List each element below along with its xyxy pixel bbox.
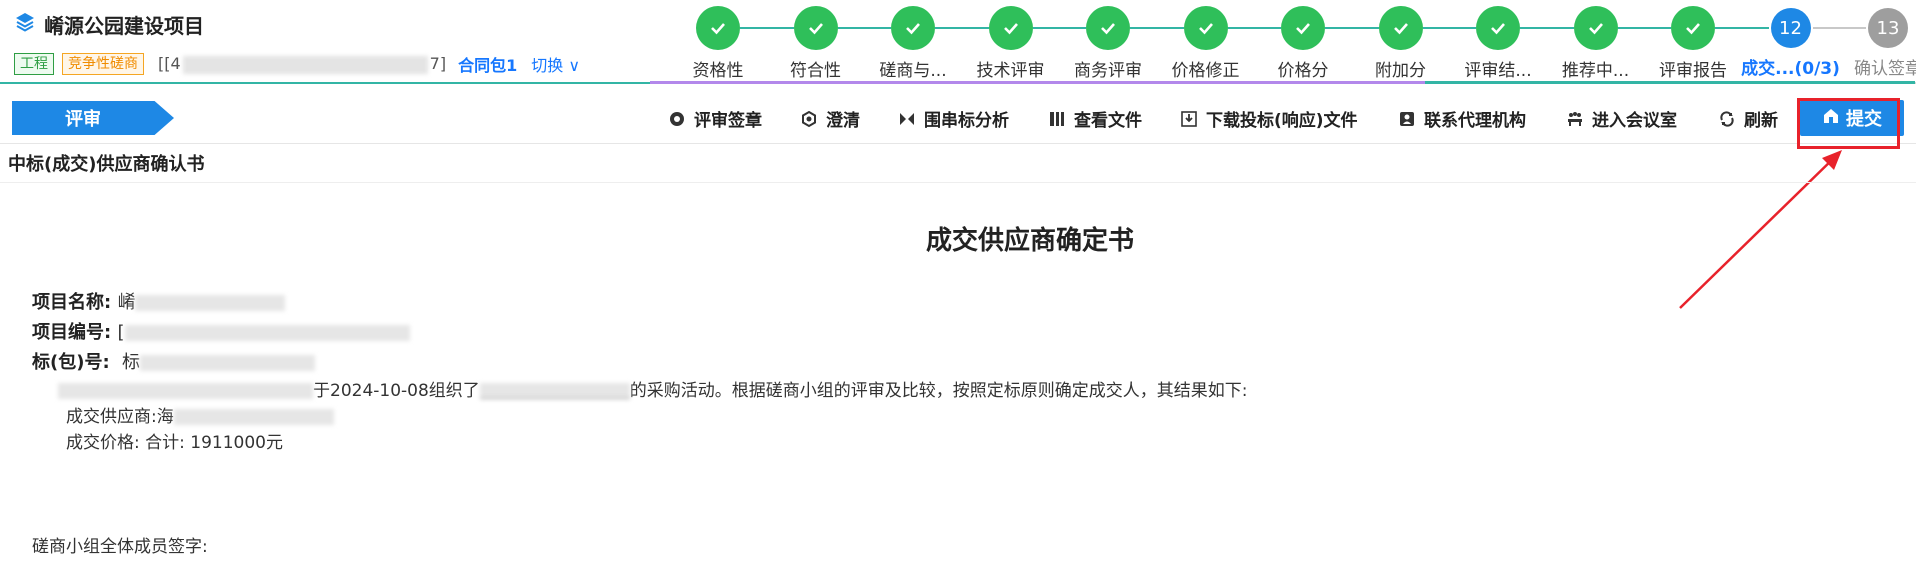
progress-step[interactable]: 评审报告 <box>1643 6 1743 81</box>
progress-step[interactable]: 商务评审 <box>1058 6 1158 81</box>
section-title: 中标(成交)供应商确认书 <box>8 154 205 175</box>
view-files-button[interactable]: 查看文件 <box>1048 106 1142 131</box>
document-title: 成交供应商确定书 <box>925 226 1134 256</box>
step-label: 附加分 <box>1375 61 1426 81</box>
chevron-down-icon: ∨ <box>563 56 581 75</box>
contact-agency-button[interactable]: 联系代理机构 <box>1398 106 1526 131</box>
project-name-field: 项目名称: 崤 <box>32 288 286 314</box>
progress-steps: 资格性 符合性 磋商与... 技术评审 商务评审 价格修正 价格分 附加分 评审结... 推荐中.… <box>668 6 1916 82</box>
progress-step[interactable]: 推荐中... <box>1546 6 1646 81</box>
progress-step[interactable]: 评审结... <box>1448 6 1548 81</box>
review-seal-button[interactable]: 评审签章 <box>668 106 762 131</box>
enter-meeting-room-button[interactable]: 进入会议室 <box>1566 106 1677 131</box>
step-label: 技术评审 <box>976 61 1045 81</box>
progress-step[interactable]: 资格性 <box>668 6 768 81</box>
progress-step[interactable]: 磋商与... <box>863 6 963 81</box>
refresh-button[interactable]: 刷新 <box>1718 106 1778 131</box>
project-code-field: 项目编号: [ <box>32 318 410 344</box>
check-icon <box>793 6 838 50</box>
layers-icon <box>14 11 44 38</box>
check-icon <box>1378 6 1423 50</box>
review-stage-tag: 评审 <box>12 101 174 135</box>
project-id: [[4 7] <box>158 54 447 74</box>
progress-step[interactable]: 符合性 <box>766 6 866 81</box>
step-label: 资格性 <box>692 61 744 81</box>
step-label: 价格修正 <box>1171 61 1240 81</box>
project-title-text: 崤源公园建设项目 <box>44 14 204 38</box>
check-icon <box>1671 6 1715 50</box>
project-meta-row: 工程 竞争性磋商 [[4 7] 合同包1 切换 ∨ <box>14 52 580 76</box>
document-body-text: 于2024-10-08组织了 的采购活动。根据磋商小组的评审及比较，按照定标原则确… <box>58 376 1248 401</box>
supplier-line: 成交供应商:海 <box>66 402 334 427</box>
download-icon <box>1180 110 1198 128</box>
step-label: 评审结... <box>1464 61 1532 81</box>
step-number: 12 <box>1770 8 1811 48</box>
check-icon <box>1476 6 1520 50</box>
download-bid-files-button[interactable]: 下载投标(响应)文件 <box>1180 106 1358 131</box>
price-line: 成交价格: 合计: 1911000元 <box>66 433 283 453</box>
top-header: 崤源公园建设项目 工程 竞争性磋商 [[4 7] 合同包1 切换 ∨ 资格性 符合性… <box>0 0 1916 84</box>
meeting-icon <box>1566 110 1584 128</box>
clarify-icon <box>800 110 818 128</box>
action-toolbar: 评审 评审签章 澄清 围串标分析 查看文件 下载投标(响应)文件 联系代理机构 … <box>0 96 1916 144</box>
seal-icon <box>668 110 686 128</box>
package-number-field: 标(包)号: 标 <box>32 348 315 374</box>
section-divider <box>0 182 1916 183</box>
refresh-icon <box>1718 110 1736 128</box>
progress-step[interactable]: 价格修正 <box>1156 6 1256 81</box>
signature-label: 磋商小组全体成员签字: <box>32 537 208 557</box>
files-icon <box>1048 110 1066 128</box>
step-label: 确认签章 <box>1854 59 1916 79</box>
project-title: 崤源公园建设项目 <box>14 10 204 39</box>
contract-package[interactable]: 合同包1 <box>458 52 517 76</box>
step-number: 13 <box>1868 8 1908 48</box>
negotiation-tag: 竞争性磋商 <box>62 53 144 75</box>
progress-step[interactable]: 技术评审 <box>961 6 1061 81</box>
progress-step[interactable]: 价格分 <box>1253 6 1353 81</box>
progress-step[interactable]: 附加分 <box>1351 6 1451 81</box>
check-icon <box>696 6 740 50</box>
progress-step[interactable]: 13 确认签章 <box>1838 6 1916 79</box>
analysis-icon <box>898 110 916 128</box>
step-label: 成交...(0/3) <box>1741 59 1840 79</box>
check-icon <box>1573 6 1618 50</box>
step-label: 价格分 <box>1277 61 1329 81</box>
step-label: 推荐中... <box>1561 61 1630 81</box>
check-icon <box>1086 6 1130 50</box>
check-icon <box>988 6 1033 50</box>
step-label: 评审报告 <box>1659 61 1727 81</box>
progress-step[interactable]: 12 成交...(0/3) <box>1741 6 1841 79</box>
collusion-analysis-button[interactable]: 围串标分析 <box>898 106 1009 131</box>
clarify-button[interactable]: 澄清 <box>800 106 860 131</box>
step-label: 磋商与... <box>879 61 947 81</box>
step-label: 商务评审 <box>1074 61 1142 81</box>
check-icon <box>1281 6 1325 50</box>
check-icon <box>1183 6 1228 50</box>
step-label: 符合性 <box>790 61 841 81</box>
check-icon <box>891 6 935 50</box>
engineering-tag: 工程 <box>14 53 54 75</box>
contact-icon <box>1398 110 1416 128</box>
switch-package-link[interactable]: 切换 ∨ <box>531 52 580 76</box>
